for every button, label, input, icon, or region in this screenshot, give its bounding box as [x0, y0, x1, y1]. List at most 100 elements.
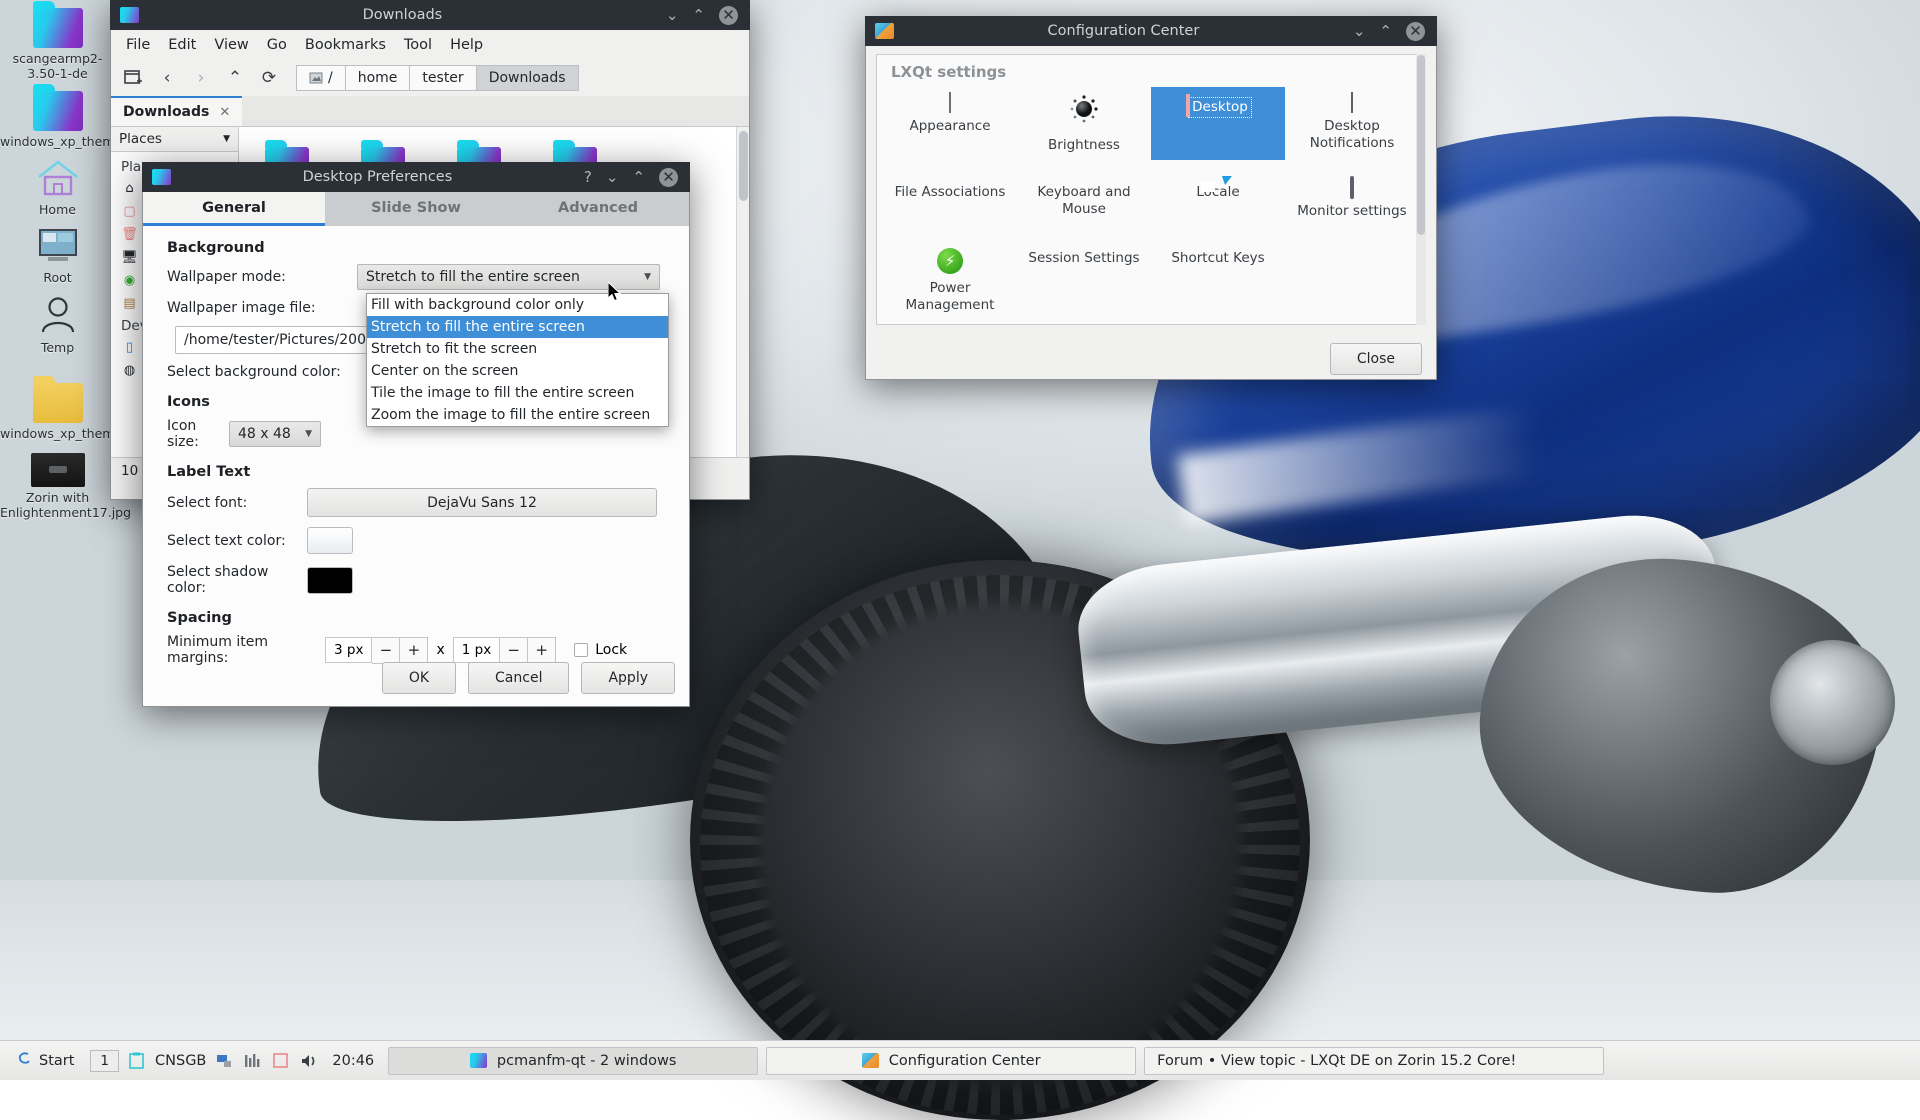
- new-tab-icon[interactable]: [121, 66, 145, 90]
- chevron-down-icon[interactable]: ▼: [223, 134, 230, 144]
- desktop-icon-windows-xp-theme-folder[interactable]: windows_xp_theme_package_by_g: [0, 91, 115, 149]
- apply-button[interactable]: Apply: [581, 662, 675, 694]
- folder-yellow-icon: [33, 383, 83, 423]
- dropdown-option-center-on-screen[interactable]: Center on the screen: [367, 360, 668, 382]
- wallpaper-mode-dropdown-list[interactable]: Fill with background color only Stretch …: [366, 293, 669, 427]
- close-icon[interactable]: ✕: [719, 6, 738, 25]
- cfg-item-desktop-notifications[interactable]: Desktop Notifications: [1285, 87, 1419, 160]
- tab-slide-show[interactable]: Slide Show: [325, 192, 507, 226]
- taskbar-task-pcmanfm[interactable]: pcmanfm-qt - 2 windows: [388, 1047, 758, 1075]
- shadow-color-swatch[interactable]: [307, 567, 353, 594]
- volume-icon[interactable]: [299, 1051, 318, 1070]
- font-button[interactable]: DejaVu Sans 12: [307, 488, 657, 517]
- places-dropdown[interactable]: Places ▼: [111, 127, 238, 152]
- cfg-item-desktop[interactable]: Desktop: [1151, 87, 1285, 160]
- cfg-item-label: Monitor settings: [1289, 203, 1415, 220]
- cfg-item-label: Shortcut Keys: [1155, 250, 1281, 267]
- taskbar: Start 1 CNSGB 20:46 pcmanfm-qt - 2 windo…: [0, 1040, 1920, 1080]
- breadcrumb-home[interactable]: home: [345, 65, 411, 91]
- dropdown-option-zoom-image[interactable]: Zoom the image to fill the entire screen: [367, 404, 668, 426]
- menu-go[interactable]: Go: [258, 34, 296, 56]
- taskbar-task-configuration-center[interactable]: Configuration Center: [766, 1047, 1136, 1075]
- file-pane-scrollbar[interactable]: [736, 127, 749, 457]
- cfg-item-file-associations[interactable]: File Associations: [883, 172, 1017, 226]
- desktop-preferences-dialog[interactable]: Desktop Preferences ? ⌄ ⌃ ✕ General Slid…: [142, 162, 690, 707]
- cfg-item-power-management[interactable]: ⚡ Power Management: [883, 238, 1017, 320]
- cfg-item-appearance[interactable]: Appearance: [883, 87, 1017, 160]
- menu-file[interactable]: File: [117, 34, 159, 56]
- breadcrumb-root[interactable]: /: [296, 65, 346, 91]
- cfg-item-label: Desktop Notifications: [1289, 118, 1415, 152]
- row-text-color: Select text color:: [167, 527, 689, 554]
- forward-icon[interactable]: ›: [189, 66, 213, 90]
- cfg-item-session-settings[interactable]: Session Settings: [1017, 238, 1151, 320]
- cfg-titlebar[interactable]: Configuration Center ⌄ ⌃ ✕: [865, 16, 1437, 46]
- menu-edit[interactable]: Edit: [159, 34, 205, 56]
- minimize-icon[interactable]: ⌄: [606, 170, 619, 185]
- cfg-item-shortcut-keys[interactable]: Shortcut Keys: [1151, 238, 1285, 320]
- minimize-icon[interactable]: ⌄: [666, 8, 679, 23]
- tab-downloads[interactable]: Downloads ✕: [111, 96, 242, 126]
- menu-tool[interactable]: Tool: [395, 34, 441, 56]
- section-label-text: Label Text: [167, 464, 689, 480]
- cfg-footer: Close: [1330, 348, 1422, 367]
- prefs-footer: OK Cancel Apply: [143, 650, 689, 706]
- file-manager-toolbar: ‹ › ⌃ ⟳ / home tester Downloads: [111, 60, 749, 96]
- dropdown-option-stretch-fill-entire-screen[interactable]: Stretch to fill the entire screen: [367, 316, 668, 338]
- taskbar-task-forum[interactable]: Forum • View topic - LXQt DE on Zorin 15…: [1144, 1047, 1604, 1075]
- network-icon[interactable]: [215, 1051, 234, 1070]
- equalizer-icon[interactable]: [243, 1051, 262, 1070]
- section-spacing: Spacing: [167, 610, 689, 626]
- back-icon[interactable]: ‹: [155, 66, 179, 90]
- breadcrumb-tester[interactable]: tester: [409, 65, 476, 91]
- dropdown-option-tile-image[interactable]: Tile the image to fill the entire screen: [367, 382, 668, 404]
- cfg-scrollbar[interactable]: [1416, 54, 1426, 325]
- disk-icon: ◍: [121, 362, 138, 379]
- maximize-icon[interactable]: ⌃: [632, 170, 645, 185]
- tab-advanced[interactable]: Advanced: [507, 192, 689, 226]
- file-manager-titlebar[interactable]: Downloads ⌄ ⌃ ✕: [110, 0, 750, 30]
- configuration-center-window[interactable]: Configuration Center ⌄ ⌃ ✕ LXQt settings…: [865, 16, 1437, 380]
- close-button[interactable]: Close: [1330, 343, 1422, 375]
- clock[interactable]: 20:46: [326, 1053, 380, 1069]
- desktop-icon-zorin-enlightenment-jpg[interactable]: Zorin with Enlightenment17.jpg: [0, 453, 115, 520]
- reload-icon[interactable]: ⟳: [257, 66, 281, 90]
- menu-help[interactable]: Help: [441, 34, 492, 56]
- minimize-icon[interactable]: ⌄: [1353, 24, 1366, 39]
- tab-general[interactable]: General: [143, 192, 325, 226]
- text-color-swatch[interactable]: [307, 527, 353, 554]
- desktop-icon-home[interactable]: Home: [0, 157, 115, 217]
- prefs-titlebar[interactable]: Desktop Preferences ? ⌄ ⌃ ✕: [142, 162, 690, 192]
- tab-close-icon[interactable]: ✕: [219, 105, 230, 120]
- dropdown-option-fill-background-color[interactable]: Fill with background color only: [367, 294, 668, 316]
- desktop-icon-label: scangearmp2-3.50-1-de: [13, 51, 103, 81]
- desktop-icon-windows-xp-theme-archive[interactable]: windows_xp_theme_package_by_g...: [0, 383, 115, 441]
- desktop-icon: [1186, 96, 1190, 115]
- trash-icon: 🗑: [121, 226, 138, 243]
- cfg-item-locale[interactable]: Locale: [1151, 172, 1285, 226]
- display-icon[interactable]: [271, 1051, 290, 1070]
- cfg-item-keyboard-and-mouse[interactable]: Keyboard and Mouse: [1017, 172, 1151, 226]
- clipboard-icon[interactable]: [127, 1051, 146, 1070]
- start-button[interactable]: Start: [8, 1047, 82, 1075]
- icon-size-combobox[interactable]: 48 x 48 ▼: [229, 421, 321, 447]
- up-icon[interactable]: ⌃: [223, 66, 247, 90]
- desktop-icon-root[interactable]: Root: [0, 227, 115, 285]
- desktop-icon-scangearmp2[interactable]: scangearmp2-3.50-1-de: [0, 8, 115, 81]
- cancel-button[interactable]: Cancel: [468, 662, 569, 694]
- menu-view[interactable]: View: [205, 34, 257, 56]
- close-icon[interactable]: ✕: [659, 168, 678, 187]
- maximize-icon[interactable]: ⌃: [692, 8, 705, 23]
- cfg-item-monitor-settings[interactable]: Monitor settings: [1285, 172, 1419, 226]
- desktop-icon-temp[interactable]: Temp: [0, 295, 115, 355]
- menu-bookmarks[interactable]: Bookmarks: [296, 34, 395, 56]
- help-icon[interactable]: ?: [584, 170, 592, 185]
- ok-button[interactable]: OK: [382, 662, 456, 694]
- breadcrumb-downloads[interactable]: Downloads: [476, 65, 579, 91]
- maximize-icon[interactable]: ⌃: [1379, 24, 1392, 39]
- desktop-switcher[interactable]: 1: [90, 1050, 119, 1072]
- dropdown-option-stretch-fit-screen[interactable]: Stretch to fit the screen: [367, 338, 668, 360]
- close-icon[interactable]: ✕: [1406, 22, 1425, 41]
- prefs-title: Desktop Preferences: [171, 169, 584, 185]
- cfg-item-brightness[interactable]: Brightness: [1017, 87, 1151, 160]
